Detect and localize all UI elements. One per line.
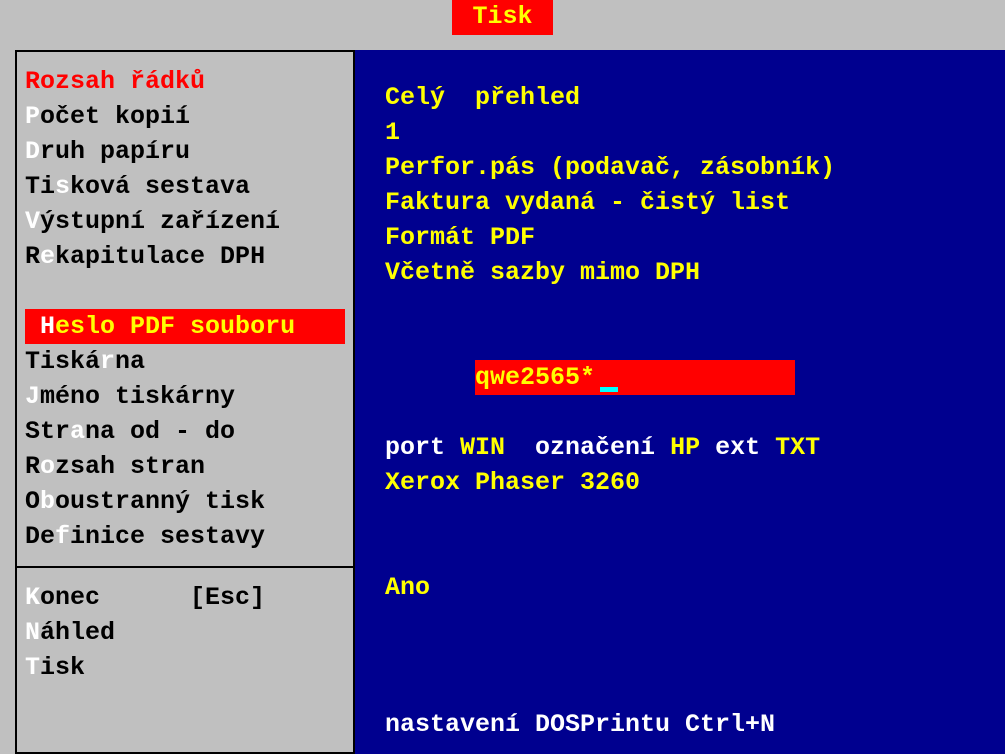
- menu-druh-papiru[interactable]: Druh papíru: [25, 134, 345, 169]
- menu-nahled[interactable]: Náhled: [25, 615, 345, 650]
- value-rozsah-radku: Celý přehled: [385, 80, 995, 115]
- footer-hint: nastavení DOSPrintu Ctrl+N: [385, 710, 775, 739]
- value-tiskova-sestava: Faktura vydaná - čistý list: [385, 185, 995, 220]
- window-title: Tisk: [452, 0, 552, 35]
- value-pocet-kopii: 1: [385, 115, 995, 150]
- values-panel: Celý přehled 1 Perfor.pás (podavač, záso…: [355, 50, 1005, 754]
- pdf-password-input[interactable]: qwe2565*: [475, 360, 795, 395]
- value-heslo-pdf-row: qwe2565*: [385, 325, 995, 430]
- value-vystupni: Formát PDF: [385, 220, 995, 255]
- menu-tiskarna[interactable]: Tiskárna: [25, 344, 345, 379]
- value-oboustranny: Ano: [385, 570, 995, 605]
- menu-tisk[interactable]: Tisk: [25, 650, 345, 685]
- value-blank: [385, 290, 995, 325]
- menu-jmeno-tiskarny[interactable]: Jméno tiskárny: [25, 379, 345, 414]
- menu-tiskova-sestava[interactable]: Tisková sestava: [25, 169, 345, 204]
- value-druh-papiru: Perfor.pás (podavač, zásobník): [385, 150, 995, 185]
- menu-rekapitulace-dph[interactable]: Rekapitulace DPH: [25, 239, 345, 274]
- value-blank3: [385, 535, 995, 570]
- menu-strana-od-do[interactable]: Strana od - do: [25, 414, 345, 449]
- text-cursor: [600, 387, 618, 392]
- value-jmeno-tiskarny: Xerox Phaser 3260: [385, 465, 995, 500]
- menu-konec[interactable]: Konec [Esc]: [25, 580, 345, 615]
- value-port-line: port WIN označení HP ext TXT: [385, 430, 995, 465]
- value-rekapitulace: Včetně sazby mimo DPH: [385, 255, 995, 290]
- menu-vystupni-zarizeni[interactable]: Výstupní zařízení: [25, 204, 345, 239]
- value-blank2: [385, 500, 995, 535]
- menu-blank: [25, 274, 345, 309]
- menu-oboustranny-tisk[interactable]: Oboustranný tisk: [25, 484, 345, 519]
- menu-panel: Rozsah řádků Počet kopií Druh papíru Tis…: [15, 50, 355, 754]
- menu-rozsah-radku[interactable]: Rozsah řádků: [25, 64, 345, 99]
- menu-pocet-kopii[interactable]: Počet kopií: [25, 99, 345, 134]
- menu-heslo-pdf[interactable]: Heslo PDF souboru: [25, 309, 345, 344]
- menu-definice-sestavy[interactable]: Definice sestavy: [25, 519, 345, 554]
- menu-rozsah-stran[interactable]: Rozsah stran: [25, 449, 345, 484]
